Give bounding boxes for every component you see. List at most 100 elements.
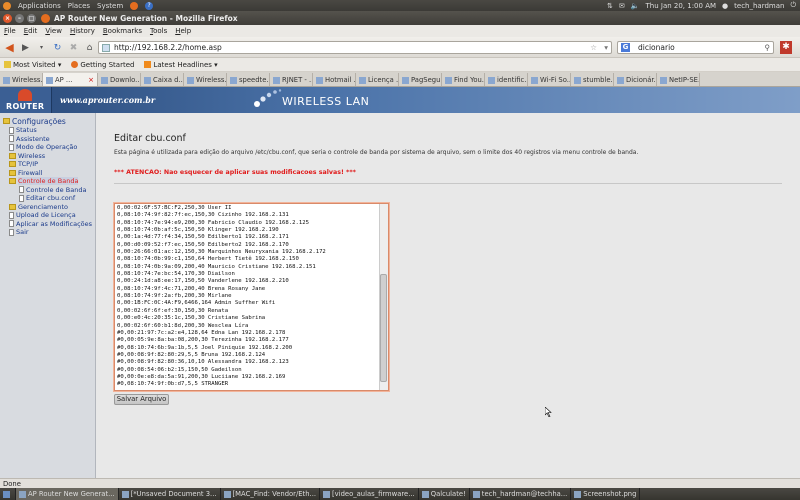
textarea-scrollbar[interactable]	[379, 204, 388, 390]
panel-menu-system[interactable]: System	[97, 2, 123, 10]
router-logo-text: ROUTER	[6, 102, 45, 111]
tab-close-icon[interactable]: ×	[88, 76, 94, 84]
panel-menu-places[interactable]: Places	[68, 2, 90, 10]
sidebar-item-aplicar-as-modifica-es[interactable]: Aplicar as Modificações	[0, 220, 95, 229]
taskbar-item[interactable]: Screenshot.png	[571, 488, 641, 500]
tab[interactable]: Licença ...	[356, 73, 399, 86]
status-text: Done	[3, 479, 21, 488]
menu-tools[interactable]: Tools	[150, 27, 167, 35]
tab-label: Wi-Fi So...	[540, 76, 571, 84]
bookmark-most-visited[interactable]: Most Visited ▾	[4, 61, 61, 69]
tab-favicon-icon	[3, 76, 10, 84]
tab-label: Wireless...	[12, 76, 43, 84]
tab[interactable]: Downlo...	[98, 73, 141, 86]
conf-line: 0,00:02:6f:6f:ef:30,150,30 Renata	[117, 307, 229, 314]
bookmark-star-icon[interactable]: ☆	[590, 42, 597, 53]
conf-line: #0,00:05:9e:8a:ba:08,200,30 Terezinha 19…	[117, 337, 289, 344]
tab[interactable]: Find You...	[442, 73, 485, 86]
home-icon[interactable]: ⌂	[83, 41, 96, 54]
taskbar-item[interactable]: AP Router New Generat...	[16, 488, 119, 500]
panel-user[interactable]: tech_hardman	[734, 2, 784, 10]
tree-root-configuracoes[interactable]: Configurações	[0, 116, 95, 126]
window-close-button[interactable]: ×	[3, 13, 12, 23]
tab[interactable]: Hotmail ...	[313, 73, 356, 86]
taskbar-item-label: tech_hardman@techha...	[481, 490, 568, 498]
router-logo[interactable]: ROUTER	[0, 87, 52, 113]
bookmark-latest-headlines[interactable]: Latest Headlines ▾	[144, 61, 218, 69]
menu-help[interactable]: Help	[175, 27, 191, 35]
panel-clock[interactable]: Thu Jan 20, 1:00 AM	[646, 2, 717, 10]
ubuntu-logo-icon[interactable]	[3, 1, 11, 10]
bookmark-getting-started[interactable]: Getting Started	[71, 61, 134, 69]
tab[interactable]: Dicionár...	[614, 73, 657, 86]
sidebar-item-wireless[interactable]: Wireless	[0, 152, 95, 161]
menu-edit[interactable]: Edit	[24, 27, 38, 35]
menu-file[interactable]: File	[4, 27, 16, 35]
scrollbar-thumb[interactable]	[380, 274, 387, 382]
tab[interactable]: speedte...	[227, 73, 270, 86]
tab[interactable]: RJNET - ...	[270, 73, 313, 86]
tab[interactable]: identific...	[485, 73, 528, 86]
sidebar-item-upload-de-licen-a[interactable]: Upload de Licença	[0, 211, 95, 220]
addon-icon[interactable]: ✱	[780, 41, 792, 54]
google-engine-icon[interactable]: G	[621, 43, 630, 52]
sidebar-item-modo-de-opera-o[interactable]: Modo de Operação	[0, 143, 95, 152]
tab[interactable]: stumble...	[571, 73, 614, 86]
network-icon[interactable]: ⇅	[607, 2, 613, 10]
sidebar-item-gerenciamento[interactable]: Gerenciamento	[0, 203, 95, 212]
taskbar-item[interactable]: [video_aulas_firmware...	[320, 488, 419, 500]
sidebar-item-tcp-ip[interactable]: TCP/IP	[0, 160, 95, 169]
reload-icon[interactable]: ↻	[51, 41, 64, 54]
volume-icon[interactable]: 🔈	[631, 2, 640, 10]
window-titlebar[interactable]: × – □ AP Router New Generation - Mozilla…	[0, 11, 800, 25]
sidebar-item-editar-cbu-conf[interactable]: Editar cbu.conf	[0, 194, 95, 203]
tab[interactable]: PagSegu...	[399, 73, 442, 86]
url-bar[interactable]: http://192.168.2.2/home.asp ☆ ▾	[98, 41, 612, 54]
cbu-conf-content[interactable]: 0,00:02:6F:57:BC:F2,250,30 User II 0,08:1…	[117, 205, 379, 389]
sidebar-item-sair[interactable]: Sair	[0, 228, 95, 237]
help-launcher-icon[interactable]: ?	[145, 1, 154, 10]
cbu-conf-textarea[interactable]: 0,00:02:6F:57:BC:F2,250,30 User II 0,08:1…	[114, 203, 389, 391]
taskbar-item[interactable]: Qalculate!	[419, 488, 470, 500]
conf-line: 0,00:24:1d:a8:ee:17,150,50 Vanderlene 19…	[117, 278, 289, 285]
window-minimize-button[interactable]: –	[15, 13, 24, 23]
sidebar-item-status[interactable]: Status	[0, 126, 95, 135]
taskbar-item[interactable]: [*Unsaved Document 3...	[119, 488, 221, 500]
panel-menu-applications[interactable]: Applications	[18, 2, 61, 10]
sidebar-item-controle-de-banda[interactable]: Controle de Banda	[0, 186, 95, 195]
document-icon	[9, 143, 14, 151]
tab[interactable]: Wi-Fi So...	[528, 73, 571, 86]
url-text[interactable]: http://192.168.2.2/home.asp	[114, 43, 222, 52]
stop-icon[interactable]: ✖	[67, 41, 80, 54]
history-dropdown-icon[interactable]: ▾	[35, 41, 48, 54]
sidebar-item-controle-de-banda[interactable]: Controle de Banda	[0, 177, 95, 186]
sidebar-item-assistente[interactable]: Assistente	[0, 135, 95, 144]
tab-active[interactable]: AP ... ×	[43, 73, 98, 86]
sidebar-item-firewall[interactable]: Firewall	[0, 169, 95, 178]
url-dropdown-icon[interactable]: ▾	[604, 42, 608, 53]
save-file-button[interactable]: Salvar Arquivo	[114, 394, 169, 405]
forward-arrow-icon[interactable]: ▶	[19, 41, 32, 54]
tab[interactable]: NetIP-SE...	[657, 73, 700, 86]
back-arrow-icon[interactable]: ◀	[3, 41, 16, 54]
menu-history[interactable]: History	[70, 27, 95, 35]
window-maximize-button[interactable]: □	[27, 13, 36, 23]
wireless-lan-title: WIRELESS LAN	[282, 95, 370, 108]
show-desktop-icon[interactable]	[0, 488, 16, 500]
tab[interactable]: Wireless...	[184, 73, 227, 86]
taskbar-item[interactable]: [MAC_Find: Vendor/Eth...	[221, 488, 321, 500]
menu-bookmarks[interactable]: Bookmarks	[103, 27, 142, 35]
taskbar-item[interactable]: tech_hardman@techha...	[470, 488, 572, 500]
taskbar-item-label: AP Router New Generat...	[28, 490, 115, 498]
search-text[interactable]: dicionario	[638, 43, 675, 52]
tab[interactable]: Caixa d...	[141, 73, 184, 86]
power-icon[interactable]: ⏻	[790, 1, 796, 10]
mail-icon[interactable]: ✉	[619, 2, 625, 10]
taskbar-app-icon	[19, 490, 26, 498]
search-bar[interactable]: G dicionario ⚲	[617, 41, 774, 54]
tab[interactable]: Wireless...	[0, 73, 43, 86]
sidebar-item-label: Gerenciamento	[18, 202, 69, 211]
menu-view[interactable]: View	[45, 27, 62, 35]
search-icon[interactable]: ⚲	[765, 42, 771, 53]
firefox-launcher-icon[interactable]	[130, 1, 139, 10]
